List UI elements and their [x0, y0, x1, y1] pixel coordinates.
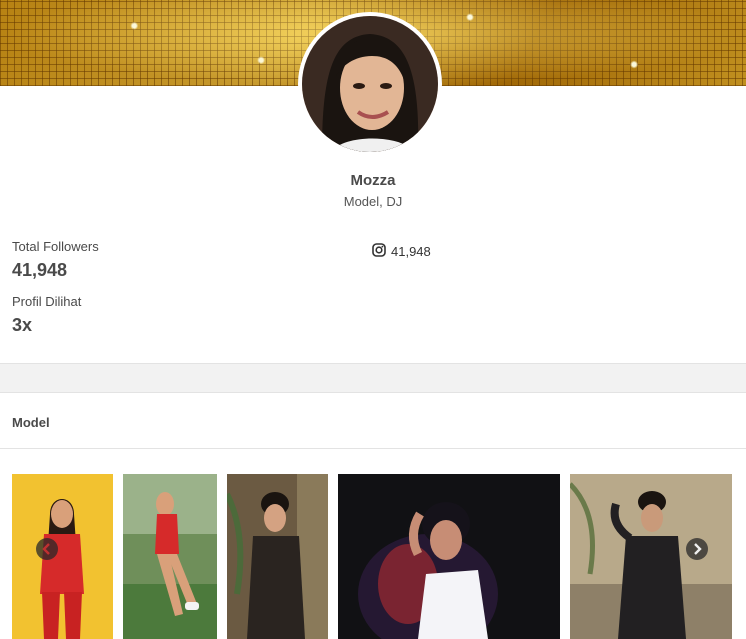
instagram-count: 41,948 [391, 244, 431, 259]
gallery-photo[interactable] [570, 474, 732, 639]
views-value: 3x [12, 315, 33, 335]
gallery-prev-button[interactable] [36, 538, 58, 560]
section-title-model: Model [12, 415, 50, 430]
views-label: Profil Dilihat [12, 294, 82, 309]
arrow-right-icon [691, 540, 703, 559]
divider [0, 448, 746, 449]
followers-label: Total Followers [12, 239, 99, 254]
profile-role: Model, DJ [343, 194, 403, 209]
gallery-photo[interactable] [123, 474, 217, 639]
instagram-link[interactable]: 41,948 [372, 243, 431, 260]
arrow-left-icon [41, 540, 53, 559]
profile-name: Mozza [350, 172, 396, 189]
section-separator [0, 364, 746, 392]
gallery-next-button[interactable] [686, 538, 708, 560]
gallery-photo[interactable] [338, 474, 560, 639]
gallery-photo[interactable] [227, 474, 328, 639]
instagram-icon [372, 243, 386, 260]
followers-value: 41,948 [12, 260, 68, 280]
gallery-photo[interactable] [12, 474, 113, 639]
profile-avatar [298, 12, 442, 156]
divider [0, 392, 746, 393]
